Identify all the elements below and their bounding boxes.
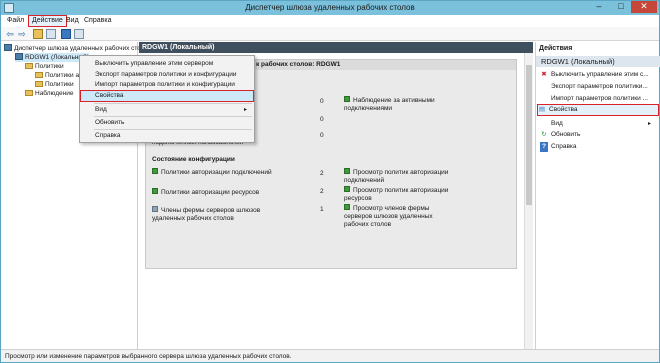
- status-value: 0: [320, 132, 324, 139]
- forward-arrow-icon[interactable]: ⇨: [17, 29, 27, 39]
- minimize-button[interactable]: –: [589, 1, 609, 13]
- menu-bar: Файл Действие Вид Справка: [1, 15, 659, 27]
- folder-up-icon[interactable]: [33, 29, 43, 39]
- help-icon[interactable]: [61, 29, 71, 39]
- server-icon: [15, 53, 23, 60]
- actions-pane: Действия RDGW1 (Локальный) ✖ Выключить уп…: [535, 42, 660, 349]
- tree-policy-b[interactable]: Политики: [35, 80, 74, 89]
- back-arrow-icon[interactable]: ⇦: [5, 29, 15, 39]
- status-value: 0: [320, 98, 324, 105]
- show-tree-icon[interactable]: [46, 29, 56, 39]
- action-export[interactable]: Экспорт параметров политики...: [540, 82, 658, 92]
- submenu-arrow-icon: ▸: [243, 107, 247, 113]
- context-menu: Выключить управление этим сервером Экспо…: [79, 55, 255, 143]
- ctx-properties[interactable]: Свойства: [80, 90, 254, 102]
- config-row-label: Члены фермы серверов шлюзов удаленных ра…: [152, 206, 261, 222]
- scrollbar-thumb[interactable]: [526, 65, 532, 205]
- gateway-manager-icon: [4, 44, 12, 51]
- actions-title: Действия: [539, 45, 573, 52]
- tree-root[interactable]: Диспетчер шлюза удаленных рабочих столов: [4, 44, 152, 53]
- properties-icon[interactable]: [74, 29, 84, 39]
- ctx-separator: [94, 129, 252, 130]
- ctx-disable-management[interactable]: Выключить управление этим сервером: [95, 59, 213, 69]
- view-icon: [344, 168, 350, 174]
- ctx-help[interactable]: Справка: [95, 131, 121, 141]
- action-view[interactable]: Вид ▸: [540, 119, 658, 129]
- action-refresh[interactable]: ↻ Обновить: [540, 130, 658, 140]
- config-row-value: 2: [320, 188, 324, 195]
- status-link[interactable]: Наблюдение за активными подключениями: [344, 96, 454, 113]
- farm-icon: [152, 206, 158, 212]
- tree-policy-a[interactable]: Политики а: [35, 71, 79, 80]
- results-scrollbar[interactable]: [524, 53, 533, 349]
- monitor-icon: [344, 96, 350, 102]
- config-row-link[interactable]: Просмотр политик авторизации ресурсов: [344, 186, 454, 203]
- view-icon: [344, 186, 350, 192]
- ctx-separator: [94, 103, 252, 104]
- action-properties[interactable]: ▤ Свойства: [537, 104, 659, 116]
- policy-icon: [152, 168, 158, 174]
- actions-section-header[interactable]: RDGW1 (Локальный): [536, 56, 660, 67]
- folder-icon: [35, 81, 43, 87]
- config-row-link[interactable]: Просмотр членов фермы серверов шлюзов уд…: [344, 204, 454, 229]
- action-disable-management[interactable]: ✖ Выключить управление этим с...: [540, 70, 658, 80]
- config-row-value: 2: [320, 170, 324, 177]
- config-row-label: Политики авторизации ресурсов: [152, 188, 312, 197]
- tree-monitoring[interactable]: Наблюдение: [25, 89, 74, 98]
- tree-server[interactable]: RDGW1 (Локальный): [15, 53, 89, 62]
- action-import[interactable]: Импорт параметров политики ...: [540, 94, 658, 104]
- config-row-label: Политики авторизации подключений: [152, 168, 312, 177]
- menu-action[interactable]: Действие: [28, 15, 67, 27]
- view-icon: [344, 204, 350, 210]
- folder-icon: [25, 63, 33, 69]
- title-bar: Диспетчер шлюза удаленных рабочих столов…: [1, 1, 659, 15]
- config-section-title: Состояние конфигурации: [152, 156, 235, 163]
- config-row-value: 1: [320, 206, 324, 213]
- help-icon: ?: [540, 142, 548, 152]
- menu-file[interactable]: Файл: [4, 16, 27, 26]
- properties-icon: ▤: [538, 106, 546, 113]
- app-window: Диспетчер шлюза удаленных рабочих столов…: [0, 0, 660, 363]
- policy-icon: [152, 188, 158, 194]
- refresh-icon: ↻: [541, 131, 547, 138]
- tree-policies[interactable]: Политики: [25, 62, 64, 71]
- ctx-view[interactable]: Вид ▸: [95, 105, 253, 115]
- status-value: 0: [320, 116, 324, 123]
- window-title: Диспетчер шлюза удаленных рабочих столов: [245, 3, 415, 12]
- folder-icon: [35, 72, 43, 78]
- toolbar: ⇦ ⇨: [1, 27, 659, 41]
- maximize-button[interactable]: □: [611, 1, 631, 13]
- menu-view[interactable]: Вид: [63, 16, 82, 26]
- red-x-icon: ✖: [541, 71, 547, 78]
- config-row-link[interactable]: Просмотр политик авторизации подключений: [344, 168, 454, 185]
- ctx-import[interactable]: Импорт параметров политики и конфигураци…: [95, 81, 235, 89]
- folder-icon: [25, 90, 33, 96]
- menu-help[interactable]: Справка: [81, 16, 114, 26]
- submenu-arrow-icon: ▸: [648, 121, 652, 127]
- ctx-separator: [94, 116, 252, 117]
- status-bar: Просмотр или изменение параметров выбран…: [1, 349, 659, 362]
- action-help[interactable]: ? Справка: [540, 142, 658, 152]
- ctx-refresh[interactable]: Обновить: [95, 118, 124, 128]
- results-header: RDGW1 (Локальный): [139, 42, 533, 53]
- close-button[interactable]: ✕: [631, 1, 657, 13]
- ctx-export[interactable]: Экспорт параметров политики и конфигурац…: [95, 70, 237, 80]
